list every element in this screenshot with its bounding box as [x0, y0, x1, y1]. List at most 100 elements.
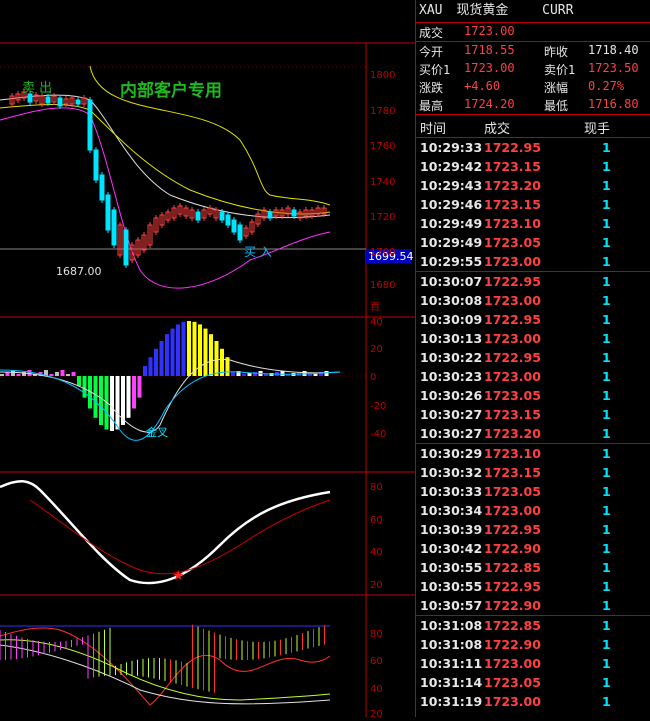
tick-price: 1723.00: [484, 369, 541, 384]
price-axis-label: 1680: [370, 280, 395, 291]
tick-volume: 1: [602, 426, 611, 441]
price-axis-label: 1800: [370, 70, 395, 81]
tick-price: 1723.05: [484, 675, 541, 690]
tick-row[interactable]: 10:30:27 1723.15 1: [416, 405, 650, 424]
tick-volume: 1: [602, 216, 611, 231]
tick-price: 1722.95: [484, 522, 541, 537]
tick-row[interactable]: 10:31:08 1722.85 1: [416, 615, 650, 635]
tick-volume: 1: [602, 656, 611, 671]
quote-value: 1723.00: [464, 24, 515, 38]
quote-label: 涨跌: [419, 81, 444, 95]
tick-row[interactable]: 10:30:55 1722.85 1: [416, 558, 650, 577]
quote-value: 0.27%: [588, 79, 625, 93]
ticks-header: 时间 成交 现手: [416, 115, 650, 137]
tick-row[interactable]: 10:29:43 1723.20 1: [416, 176, 650, 195]
bottom-axis-label: 80: [370, 629, 383, 640]
tick-row[interactable]: 10:29:33 1722.95 1: [416, 138, 650, 157]
tick-price: 1723.15: [484, 197, 541, 212]
tick-time: 10:30:33: [420, 484, 483, 499]
tick-time: 10:31:11: [420, 656, 483, 671]
tick-volume: 1: [602, 675, 611, 690]
quote-row-open: 今开 1718.55 昨收 1718.40: [416, 42, 650, 60]
tick-volume: 1: [602, 598, 611, 613]
chart-area[interactable]: ★ 内部客户专用 卖 出 买 入 1687.00 金叉 1699.54 1800…: [0, 0, 415, 720]
tick-time: 10:30:22: [420, 350, 483, 365]
tick-row[interactable]: 10:29:55 1723.00 1: [416, 252, 650, 271]
tick-row[interactable]: 10:30:33 1723.05 1: [416, 482, 650, 501]
quote-label: 最低: [544, 99, 569, 113]
tick-time: 10:30:26: [420, 388, 483, 403]
tick-volume: 1: [602, 331, 611, 346]
tick-volume: 1: [602, 407, 611, 422]
tick-volume: 1: [602, 541, 611, 556]
quote-label: 涨幅: [544, 81, 569, 95]
macd-axis-label: -20: [370, 401, 386, 412]
tick-row[interactable]: 10:31:08 1722.90 1: [416, 635, 650, 654]
tick-row[interactable]: 10:30:22 1722.95 1: [416, 348, 650, 367]
tick-row[interactable]: 10:30:39 1722.95 1: [416, 520, 650, 539]
tick-price: 1723.00: [484, 293, 541, 308]
watermark-text: 内部客户专用: [120, 80, 222, 101]
tick-price: 1722.95: [484, 274, 541, 289]
tick-volume: 1: [602, 197, 611, 212]
tick-row[interactable]: 10:30:08 1723.00 1: [416, 291, 650, 310]
tick-volume: 1: [602, 178, 611, 193]
tick-row[interactable]: 10:30:32 1723.15 1: [416, 463, 650, 482]
price-axis-label: 1720: [370, 212, 395, 223]
tick-row[interactable]: 10:30:23 1723.00 1: [416, 367, 650, 386]
tick-row[interactable]: 10:29:46 1723.15 1: [416, 195, 650, 214]
svg-text:★: ★: [172, 568, 185, 584]
price-axis-label: 1700: [370, 247, 395, 258]
tick-row[interactable]: 10:30:13 1723.00 1: [416, 329, 650, 348]
ticks-list[interactable]: 10:29:33 1722.95 1 10:29:42 1723.15 1 10:29:43…: [416, 138, 650, 711]
quote-label: 成交: [419, 26, 444, 40]
chart-canvas[interactable]: ★ 内部客户专用 卖 出 买 入 1687.00 金叉 1699.54 1800…: [0, 0, 415, 720]
tick-row[interactable]: 10:29:42 1723.15 1: [416, 157, 650, 176]
tick-time: 10:31:08: [420, 637, 483, 652]
tick-time: 10:30:08: [420, 293, 483, 308]
tick-price: 1723.15: [484, 407, 541, 422]
tick-row[interactable]: 10:31:11 1723.00 1: [416, 654, 650, 673]
tick-volume: 1: [602, 159, 611, 174]
quote-panel: XAU 现货黄金 CURR 成交 1723.00 今开 1718.55 昨收 1…: [415, 0, 650, 717]
tick-price: 1722.95: [484, 579, 541, 594]
tick-volume: 1: [602, 484, 611, 499]
quote-label: 最高: [419, 99, 444, 113]
tick-time: 10:29:33: [420, 140, 483, 155]
tick-row[interactable]: 10:31:14 1723.05 1: [416, 673, 650, 692]
quote-row-bid: 买价1 1723.00 卖价1 1723.50: [416, 60, 650, 78]
tick-price: 1723.10: [484, 216, 541, 231]
tick-time: 10:30:42: [420, 541, 483, 556]
tick-time: 10:30:57: [420, 598, 483, 613]
tick-volume: 1: [602, 388, 611, 403]
quote-value: 1723.50: [588, 61, 639, 75]
tick-volume: 1: [602, 446, 611, 461]
tick-time: 10:31:19: [420, 694, 483, 709]
tick-row[interactable]: 10:30:42 1722.90 1: [416, 539, 650, 558]
sell-label: 卖 出: [22, 81, 52, 96]
price-axis-label: 1780: [370, 106, 395, 117]
tick-time: 10:30:27: [420, 426, 483, 441]
tick-row[interactable]: 10:30:55 1722.95 1: [416, 577, 650, 596]
kd-axis-label: 80: [370, 482, 383, 493]
tick-row[interactable]: 10:30:26 1723.05 1: [416, 386, 650, 405]
tick-volume: 1: [602, 350, 611, 365]
tick-price: 1723.20: [484, 426, 541, 441]
tick-row[interactable]: 10:30:29 1723.10 1: [416, 443, 650, 463]
tick-row[interactable]: 10:30:34 1723.00 1: [416, 501, 650, 520]
symbol-code: XAU: [419, 3, 443, 18]
tick-row[interactable]: 10:30:57 1722.90 1: [416, 596, 650, 615]
tick-time: 10:30:32: [420, 465, 483, 480]
tick-row[interactable]: 10:29:49 1723.05 1: [416, 233, 650, 252]
tick-volume: 1: [602, 694, 611, 709]
tick-row[interactable]: 10:30:27 1723.20 1: [416, 424, 650, 443]
tick-row[interactable]: 10:30:07 1722.95 1: [416, 271, 650, 291]
tick-row[interactable]: 10:29:49 1723.10 1: [416, 214, 650, 233]
tick-time: 10:30:39: [420, 522, 483, 537]
tick-time: 10:29:42: [420, 159, 483, 174]
tick-volume: 1: [602, 293, 611, 308]
macd-axis-label: 20: [370, 344, 383, 355]
tick-row[interactable]: 10:30:09 1722.95 1: [416, 310, 650, 329]
macd-axis-label: -40: [370, 429, 386, 440]
tick-row[interactable]: 10:31:19 1723.00 1: [416, 692, 650, 711]
